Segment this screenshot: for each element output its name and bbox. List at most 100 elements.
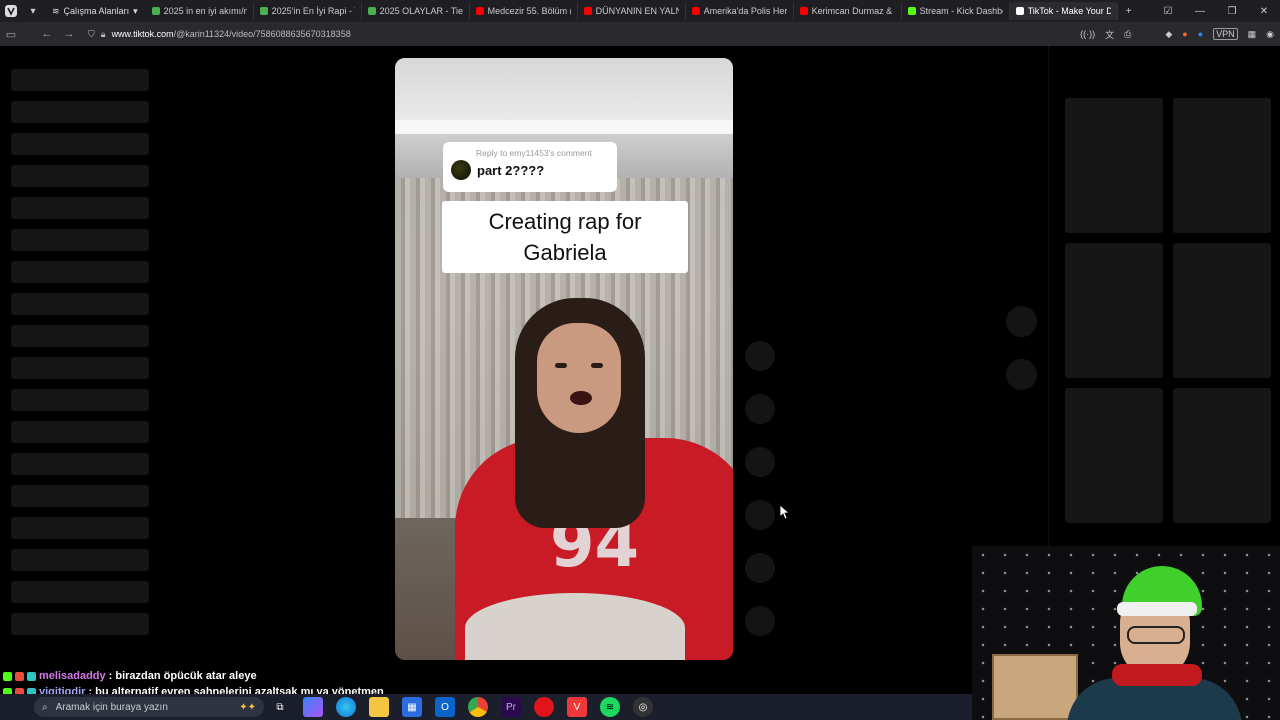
browser-tab[interactable]: 2025 in en iyi akımı/me — [146, 2, 254, 20]
commenter-avatar — [451, 160, 471, 180]
store-icon[interactable]: ▦ — [402, 697, 422, 717]
file-explorer-icon[interactable] — [369, 697, 389, 717]
profile-avatar-icon[interactable]: ◉ — [1266, 29, 1274, 40]
tiktok-favicon-icon — [1015, 7, 1024, 15]
search-icon: ⌕ — [42, 701, 48, 713]
previous-video-button[interactable] — [1006, 306, 1037, 337]
reply-comment-sticker: Reply to emy11453's comment part 2???? — [443, 142, 617, 192]
opera-icon[interactable] — [534, 697, 554, 717]
tab-menu-icon[interactable]: ☑ — [1152, 0, 1184, 22]
calendar-icon[interactable]: ▦ — [1248, 29, 1257, 40]
related-videos-skeleton — [1065, 98, 1271, 523]
bookmark-icon[interactable]: ⎙ — [1124, 29, 1131, 40]
edge-icon[interactable] — [336, 697, 356, 717]
video-tile-placeholder[interactable] — [1173, 388, 1271, 523]
scarf — [1112, 664, 1202, 686]
skeleton-bar — [11, 229, 149, 251]
sparkle-icon: ✦✦ — [239, 701, 256, 713]
broadcast-icon[interactable]: ((·)) — [1080, 29, 1095, 39]
task-view-icon[interactable]: ⧉ — [270, 697, 290, 717]
premiere-icon[interactable]: Pr — [501, 697, 521, 717]
youtube-favicon-icon — [799, 7, 808, 15]
video-tile-placeholder[interactable] — [1173, 98, 1271, 233]
extension-icon[interactable]: ● — [1198, 29, 1203, 39]
skeleton-bar — [11, 517, 149, 539]
browser-tab[interactable]: Kerimcan Durmaz & Sar — [794, 2, 902, 20]
video-tile-placeholder[interactable] — [1065, 243, 1163, 378]
browser-tab-active[interactable]: TikTok - Make Your Day — [1009, 2, 1118, 20]
url-path: /@karin11324/video/7586088635670318358 — [173, 29, 351, 39]
new-tab-icon[interactable]: + — [1118, 0, 1140, 22]
video-background — [395, 120, 733, 134]
share-button-placeholder[interactable] — [745, 553, 775, 583]
skeleton-bar — [11, 101, 149, 123]
browser-tab[interactable]: DÜNYANIN EN YALNIZ İ — [578, 2, 686, 20]
shield-icon: ⛉ — [88, 28, 95, 39]
address-bar: ▭ ← → ⛉ 🔒︎ www.tiktok.com/@karin11324/vi… — [0, 22, 1280, 46]
layers-icon: ≋ — [52, 5, 60, 16]
caption-overlay: Creating rap for Gabriela — [442, 201, 688, 273]
navigation-arrows — [1006, 306, 1037, 412]
badge-icon — [15, 671, 24, 681]
forward-icon[interactable]: → — [58, 23, 80, 45]
translate-icon[interactable]: 文 — [1105, 28, 1114, 41]
vivaldi-menu-icon[interactable] — [0, 0, 22, 22]
vpn-button[interactable]: VPN — [1213, 28, 1238, 40]
window-controls: ☑ — ❐ ✕ — [1152, 0, 1280, 22]
copilot-icon[interactable] — [303, 697, 323, 717]
bookmark-button-placeholder[interactable] — [745, 500, 775, 530]
browser-tab[interactable]: 2025 OLAYLAR - Tier Lis — [362, 2, 470, 20]
face — [537, 323, 621, 433]
avatar-placeholder[interactable] — [745, 341, 775, 371]
url-host: www.tiktok.com — [111, 29, 174, 39]
reply-header: Reply to emy11453's comment — [476, 148, 592, 158]
chrome-icon[interactable] — [468, 697, 488, 717]
vivaldi-icon[interactable]: V — [567, 697, 587, 717]
skeleton-bar — [11, 549, 149, 571]
diamond-icon[interactable]: ◆ — [1165, 29, 1172, 40]
youtube-favicon-icon — [475, 7, 484, 15]
youtube-favicon-icon — [691, 7, 700, 15]
workspaces-button[interactable]: ≋ Çalışma Alanları ▾ — [44, 0, 146, 22]
browser-tab[interactable]: Stream - Kick Dashboar — [902, 2, 1010, 20]
search-placeholder: Aramak için buraya yazın — [55, 701, 168, 713]
browser-tab[interactable]: 2025'in En İyi Rapi - Tie — [254, 2, 362, 20]
restore-icon[interactable]: ❐ — [1216, 0, 1248, 22]
video-player[interactable]: 94 Reply to emy11453's comment part 2???… — [395, 58, 733, 660]
chevron-down-icon: ▾ — [133, 5, 138, 16]
skeleton-bar — [11, 293, 149, 315]
reply-text: part 2???? — [477, 162, 545, 178]
outlook-icon[interactable]: O — [435, 697, 455, 717]
sidebar-skeleton — [11, 69, 149, 645]
comment-button-placeholder[interactable] — [745, 447, 775, 477]
video-tile-placeholder[interactable] — [1173, 243, 1271, 378]
browser-tab-bar: ▾ ≋ Çalışma Alanları ▾ 2025 in en iyi ak… — [0, 0, 1280, 22]
browser-tab[interactable]: Medcezir 55. Bölüm (4K — [470, 2, 578, 20]
like-button-placeholder[interactable] — [745, 394, 775, 424]
kick-badge-icon — [3, 671, 12, 681]
video-tile-placeholder[interactable] — [1065, 388, 1163, 523]
music-button-placeholder[interactable] — [745, 606, 775, 636]
skeleton-bar — [11, 325, 149, 347]
taskbar-search[interactable]: ⌕ Aramak için buraya yazın ✦✦ — [34, 697, 264, 717]
minimize-icon[interactable]: — — [1184, 0, 1216, 22]
skeleton-bar — [11, 133, 149, 155]
url-field[interactable]: ⛉ 🔒︎ www.tiktok.com/@karin11324/video/75… — [88, 29, 351, 40]
obs-icon[interactable]: ◎ — [633, 697, 653, 717]
back-icon[interactable]: ← — [36, 23, 58, 45]
video-tile-placeholder[interactable] — [1065, 98, 1163, 233]
skeleton-bar — [11, 453, 149, 475]
chevron-down-icon[interactable]: ▾ — [22, 0, 44, 22]
close-icon[interactable]: ✕ — [1248, 0, 1280, 22]
next-video-button[interactable] — [1006, 359, 1037, 390]
extension-icon[interactable]: ● — [1182, 29, 1187, 39]
tab-favicon-icon — [367, 7, 376, 15]
spotify-icon[interactable]: ≋ — [600, 697, 620, 717]
video-background — [395, 58, 733, 128]
windows-taskbar: ⌕ Aramak için buraya yazın ✦✦ ⧉ ▦ O Pr V… — [0, 694, 972, 720]
sidebar-toggle-icon[interactable]: ▭ — [0, 23, 22, 45]
skeleton-bar — [11, 69, 149, 91]
browser-tab[interactable]: Amerika'da Polis Her Şe — [686, 2, 794, 20]
tab-favicon-icon — [259, 7, 268, 15]
santa-hat-band — [1117, 602, 1197, 616]
